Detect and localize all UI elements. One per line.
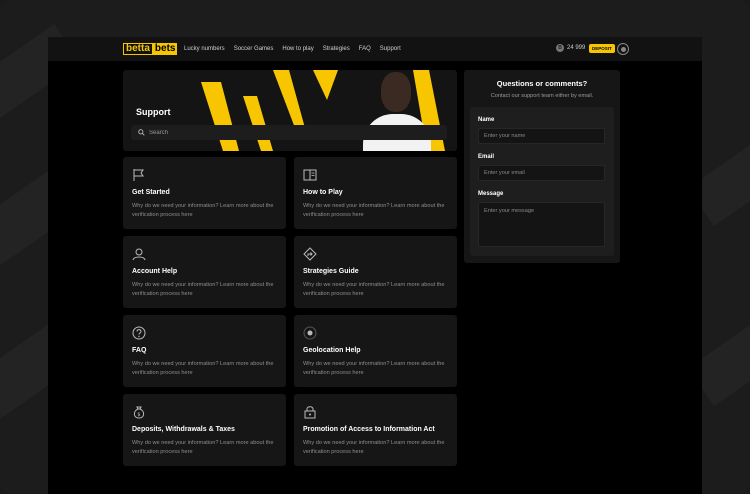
lock-icon — [304, 406, 316, 419]
coin-icon: B — [556, 44, 564, 52]
name-label: Name — [478, 117, 495, 123]
nav-lucky-numbers[interactable]: Lucky numbers — [184, 46, 225, 52]
card-description: Why do we need your information? Learn m… — [132, 440, 274, 455]
help-card-deposits-withdrawals-taxes[interactable]: $ Deposits, Withdrawals & Taxes Why do w… — [123, 394, 286, 466]
svg-text:$: $ — [137, 412, 140, 418]
card-description: Why do we need your information? Learn m… — [303, 203, 445, 218]
nav-strategies[interactable]: Strategies — [323, 46, 350, 52]
card-title: Deposits, Withdrawals & Taxes — [132, 426, 235, 433]
main-nav: Lucky numbers Soccer Games How to play S… — [184, 37, 401, 61]
book-icon — [303, 169, 317, 181]
card-description: Why do we need your information? Learn m… — [132, 282, 274, 297]
user-icon — [132, 248, 146, 261]
balance-display: B 24 999 — [556, 44, 585, 52]
message-field[interactable] — [478, 202, 605, 247]
search-bar[interactable] — [131, 125, 447, 140]
card-title: Get Started — [132, 189, 170, 196]
page-title: Support — [136, 107, 171, 117]
email-field[interactable] — [478, 165, 605, 181]
nav-faq[interactable]: FAQ — [359, 46, 371, 52]
contact-form: Name Email Message — [470, 107, 614, 256]
contact-title: Questions or comments? — [496, 79, 588, 88]
flag-icon — [133, 169, 144, 181]
card-description: Why do we need your information? Learn m… — [132, 361, 274, 376]
contact-subtitle: Contact our support team either by email… — [490, 93, 594, 99]
help-card-account-help[interactable]: Account Help Why do we need your informa… — [123, 236, 286, 308]
nav-soccer-games[interactable]: Soccer Games — [234, 46, 274, 52]
search-icon — [138, 129, 145, 136]
help-card-strategies-guide[interactable]: Strategies Guide Why do we need your inf… — [294, 236, 457, 308]
help-card-promotion-of-access[interactable]: Promotion of Access to Information Act W… — [294, 394, 457, 466]
card-description: Why do we need your information? Learn m… — [132, 203, 274, 218]
app-window: betta bets Lucky numbers Soccer Games Ho… — [48, 37, 702, 494]
balance-amount: 24 999 — [567, 45, 586, 51]
profile-avatar-button[interactable] — [617, 43, 629, 55]
card-title: Strategies Guide — [303, 268, 359, 275]
logo-text-bets: bets — [152, 43, 178, 55]
hero-person-face — [381, 72, 411, 112]
search-input[interactable] — [149, 127, 439, 138]
question-icon — [132, 326, 146, 340]
help-card-how-to-play[interactable]: How to Play Why do we need your informat… — [294, 157, 457, 229]
card-title: Account Help — [132, 268, 178, 275]
card-title: How to Play — [303, 189, 343, 196]
nav-how-to-play[interactable]: How to play — [282, 46, 313, 52]
email-label: Email — [478, 154, 495, 160]
support-hero: Support — [123, 70, 457, 151]
help-card-get-started[interactable]: Get Started Why do we need your informat… — [123, 157, 286, 229]
location-icon — [303, 326, 317, 340]
money-bag-icon: $ — [133, 406, 145, 419]
message-label: Message — [478, 191, 504, 197]
card-title: Geolocation Help — [303, 347, 361, 354]
logo-text-betta: betta — [123, 43, 153, 55]
card-description: Why do we need your information? Learn m… — [303, 440, 445, 455]
card-description: Why do we need your information? Learn m… — [303, 361, 445, 376]
name-field[interactable] — [478, 128, 605, 144]
user-icon — [620, 46, 626, 52]
card-title: FAQ — [132, 347, 147, 354]
logo[interactable]: betta bets — [123, 43, 178, 55]
help-card-geolocation-help[interactable]: Geolocation Help Why do we need your inf… — [294, 315, 457, 387]
deposit-button[interactable]: DEPOSIT — [589, 44, 615, 53]
contact-panel: Questions or comments? Contact our suppo… — [464, 70, 620, 263]
help-card-faq[interactable]: FAQ Why do we need your information? Lea… — [123, 315, 286, 387]
directions-icon — [303, 247, 317, 261]
card-description: Why do we need your information? Learn m… — [303, 282, 445, 297]
top-navigation-bar: betta bets Lucky numbers Soccer Games Ho… — [48, 37, 702, 61]
nav-support[interactable]: Support — [380, 46, 401, 52]
card-title: Promotion of Access to Information Act — [303, 426, 435, 433]
